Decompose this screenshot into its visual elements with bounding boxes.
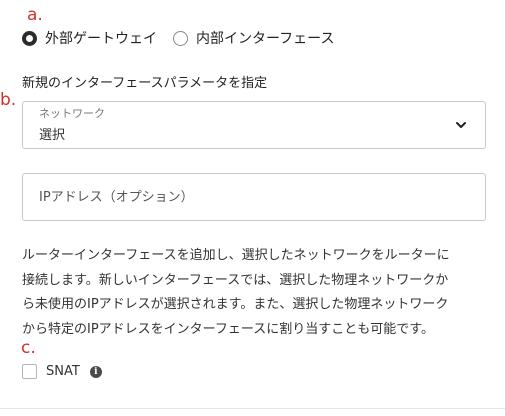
gateway-type-radio-group: 外部ゲートウェイ 内部インターフェース: [22, 28, 350, 48]
network-select[interactable]: ネットワーク 選択: [22, 101, 486, 149]
radio-external-gateway[interactable]: 外部ゲートウェイ: [22, 28, 157, 48]
description-line: から特定のIPアドレスをインターフェースに割り当すことも可能です。: [22, 321, 434, 337]
description-text: ルーターインターフェースを追加し、選択したネットワークをルーターに 接続します。…: [22, 244, 494, 342]
radio-label-internal-interface: 内部インターフェース: [196, 31, 335, 47]
description-line: ルーターインターフェースを追加し、選択したネットワークをルーターに: [22, 248, 450, 263]
annotation-c: c.: [21, 338, 36, 358]
radio-button-unchecked[interactable]: [173, 30, 188, 46]
radio-button-checked[interactable]: [22, 30, 37, 46]
divider: [0, 408, 505, 409]
snat-checkbox[interactable]: [22, 364, 37, 379]
description-line: ら未使用のIPアドレスが選択されます。また、選択した物理ネットワーク: [22, 297, 449, 312]
ip-address-field[interactable]: [22, 173, 486, 221]
network-select-label: ネットワーク: [39, 107, 105, 120]
section-label: 新規のインターフェースパラメータを指定: [22, 76, 268, 91]
snat-label: SNAT: [46, 364, 80, 379]
snat-option: SNAT i: [22, 364, 102, 379]
annotation-a: a.: [27, 5, 43, 25]
ip-address-input[interactable]: [23, 174, 485, 220]
radio-label-external-gateway: 外部ゲートウェイ: [45, 31, 157, 47]
radio-internal-interface[interactable]: 内部インターフェース: [173, 28, 334, 48]
network-select-value: 選択: [39, 128, 66, 143]
annotation-b: b.: [0, 90, 17, 110]
chevron-down-icon[interactable]: [455, 120, 467, 130]
description-line: 接続します。新しいインターフェースでは、選択した物理ネットワークか: [22, 272, 449, 288]
info-icon[interactable]: i: [89, 365, 102, 378]
